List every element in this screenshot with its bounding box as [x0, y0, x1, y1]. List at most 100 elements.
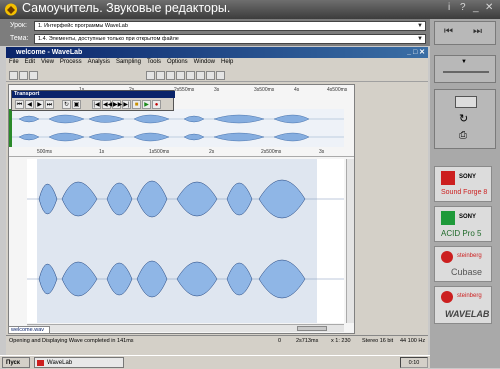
ruler-tick: 4s500ms [327, 87, 348, 93]
forward-end-icon[interactable]: ⏭ [45, 100, 54, 109]
document-tab[interactable]: welcome.wav [8, 326, 50, 334]
play-icon[interactable]: ▶ [142, 100, 151, 109]
product-name: Sound Forge 8 [441, 189, 488, 196]
overview-waveform[interactable] [9, 109, 344, 147]
menu-analysis[interactable]: Analysis [88, 59, 110, 65]
horizontal-scrollbar[interactable] [27, 324, 344, 332]
brand-label: steinberg [457, 293, 482, 299]
ruler-tick: 4s [294, 87, 300, 93]
ruler-tick: 3s [214, 87, 220, 93]
topic-label: Тема: [10, 35, 29, 42]
next-marker-icon[interactable]: ▶| [122, 100, 131, 109]
steinberg-logo-icon [441, 291, 453, 303]
new-icon[interactable] [9, 71, 18, 80]
volume-slider[interactable] [443, 71, 489, 73]
monitor-icon[interactable]: ▣ [72, 100, 81, 109]
chevron-down-icon: ▼ [417, 23, 423, 29]
rewind-icon[interactable]: ◀ [25, 100, 34, 109]
pencil-icon[interactable] [186, 71, 195, 80]
navigation-buttons[interactable]: ⏮ ⏭ [434, 21, 496, 45]
taskbar-wavelab[interactable]: WaveLab [34, 357, 124, 368]
minimize-icon[interactable]: _ [473, 2, 479, 13]
cursor-marker [9, 109, 12, 147]
menu-options[interactable]: Options [167, 59, 188, 65]
zoom-icon[interactable] [176, 71, 185, 80]
stop-icon[interactable]: ■ [132, 100, 141, 109]
wavelab-title: welcome - WaveLab [16, 49, 83, 56]
open-icon[interactable] [19, 71, 28, 80]
ruler-tick: 2s500ms [261, 149, 282, 155]
keyboard-icon[interactable] [455, 96, 477, 108]
product-acid-pro[interactable]: SONY ACID Pro 5 [434, 206, 492, 242]
tools-group: ↻ ⎙ [434, 89, 496, 149]
brand-label: SONY [459, 214, 477, 220]
paste-icon[interactable] [166, 71, 175, 80]
wavelab-app-icon [37, 360, 44, 366]
vertical-scrollbar[interactable] [346, 159, 354, 323]
loop-icon[interactable]: ↻ [62, 100, 71, 109]
topic-select[interactable]: 1.4. Элементы, доступные только при откр… [34, 34, 426, 44]
lesson-bar: Урок: 1. Интерфейс программы WaveLab ▼ Т… [0, 19, 430, 46]
transport-panel: Transport ⏮ ◀ ▶ ⏭ ↻ ▣ |◀ ◀◀ ▶▶ ▶| ■ ▶ ● [11, 90, 175, 111]
menu-tools[interactable]: Tools [147, 59, 161, 65]
menu-process[interactable]: Process [60, 59, 82, 65]
main-waveform[interactable] [27, 159, 344, 323]
clock: 0:10 [400, 357, 428, 368]
refresh-icon[interactable]: ↻ [459, 112, 468, 125]
prev-icon[interactable]: ⏮ [444, 26, 453, 37]
save-icon[interactable] [29, 71, 38, 80]
product-name: ACID Pro 5 [441, 229, 482, 238]
menu-help[interactable]: Help [221, 59, 233, 65]
wavelab-menubar: File Edit View Process Analysis Sampling Tools… [6, 59, 428, 68]
main-ruler: 500ms 1s 1s500ms 2s 2s500ms 3s [9, 149, 354, 157]
play-tool-icon[interactable] [206, 71, 215, 80]
product-cubase[interactable]: steinberg Cubase [434, 246, 492, 282]
wave-document: 1s 2s 2s550ms 3s 3s500ms 4s 4s500ms 500m… [8, 84, 355, 334]
acid-logo-icon [441, 211, 455, 225]
menu-window[interactable]: Window [194, 59, 215, 65]
ruler-tick: 3s500ms [254, 87, 275, 93]
lesson-select-value: 1. Интерфейс программы WaveLab [38, 23, 128, 29]
next-icon[interactable]: ⏭ [473, 26, 482, 37]
edit-tool-icon[interactable] [146, 71, 155, 80]
menu-file[interactable]: File [9, 59, 19, 65]
fast-forward-icon[interactable]: ▶▶ [112, 100, 122, 109]
copy-icon[interactable] [156, 71, 165, 80]
product-sound-forge[interactable]: SONY Sound Forge 8 [434, 166, 492, 202]
status-format: Stereo 16 bit [362, 338, 394, 344]
marker-icon[interactable] [196, 71, 205, 80]
prev-marker-icon[interactable]: |◀ [92, 100, 101, 109]
volume-control[interactable]: ▼ [434, 55, 496, 83]
print-icon[interactable]: ⎙ [459, 130, 467, 141]
app-title: Самоучитель. Звуковые редакторы. [22, 1, 231, 15]
app-titlebar: Самоучитель. Звуковые редакторы. i ? _ ✕ [0, 0, 500, 19]
ruler-tick: 1s [99, 149, 105, 155]
lesson-select[interactable]: 1. Интерфейс программы WaveLab ▼ [34, 21, 426, 31]
menu-sampling[interactable]: Sampling [116, 59, 141, 65]
topic-select-value: 1.4. Элементы, доступные только при откр… [38, 36, 179, 42]
ruler-tick: 2s [209, 149, 215, 155]
zoom-slider[interactable] [297, 326, 327, 331]
triangle-down-icon: ▼ [461, 59, 467, 65]
chevron-down-icon: ▼ [417, 36, 423, 42]
forward-icon[interactable]: ▶ [35, 100, 44, 109]
window-buttons-icon[interactable]: _ □ ✕ [407, 47, 425, 58]
record-icon[interactable]: ● [152, 100, 161, 109]
status-rate: 44 100 Hz [400, 338, 426, 344]
settings-icon[interactable] [216, 71, 225, 80]
status-length: 2s713ms [296, 338, 319, 344]
lesson-label: Урок: [10, 22, 27, 29]
close-icon[interactable]: ✕ [485, 2, 493, 13]
back-icon[interactable]: ◀◀ [102, 100, 112, 109]
product-wavelab[interactable]: steinberg WAVELAB [434, 286, 492, 324]
menu-view[interactable]: View [41, 59, 54, 65]
info-icon[interactable]: i [448, 2, 450, 13]
menu-edit[interactable]: Edit [25, 59, 35, 65]
status-bar: Opening and Displaying Wave completed in… [6, 335, 428, 345]
taskbar-task-label: WaveLab [47, 360, 73, 366]
rewind-start-icon[interactable]: ⏮ [15, 100, 24, 109]
status-zoom: x 1: 230 [331, 338, 351, 344]
start-button[interactable]: Пуск [2, 357, 30, 368]
steinberg-logo-icon [441, 251, 453, 263]
help-icon[interactable]: ? [460, 2, 466, 13]
